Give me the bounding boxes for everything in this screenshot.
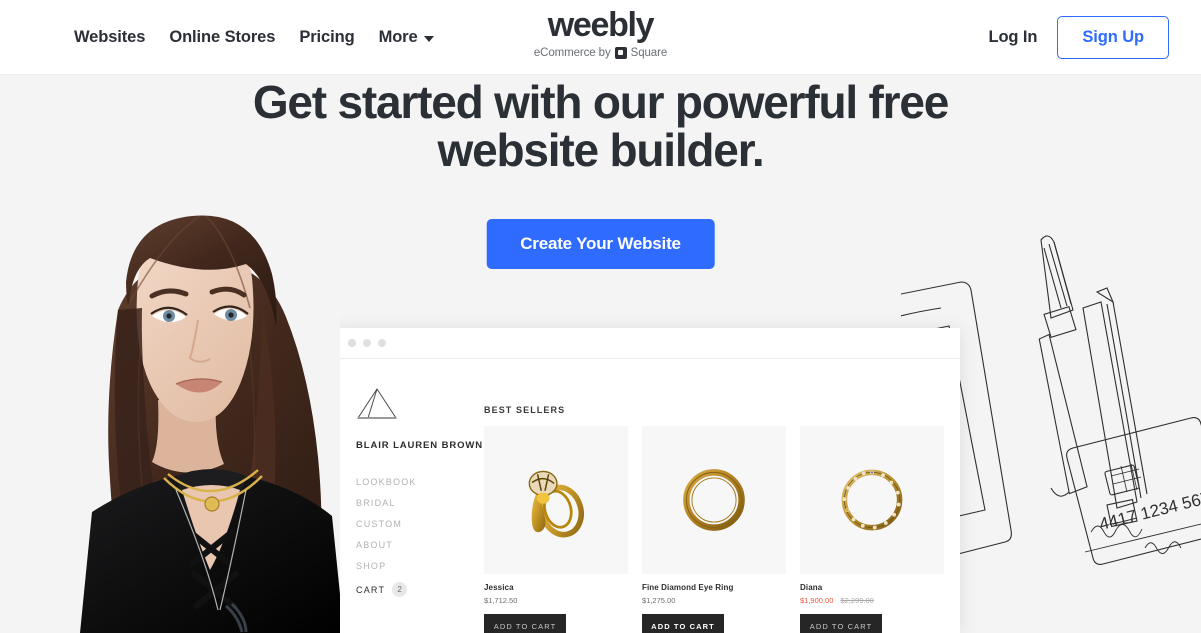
triangle-logo-icon — [357, 388, 397, 419]
cart-label: CART — [356, 584, 386, 595]
logo-wordmark: weebly — [547, 6, 655, 44]
square-logo-icon — [614, 46, 627, 59]
store-sidebar: BLAIR LAUREN BROWN LOOKBOOK BRIDAL CUSTO… — [335, 359, 484, 633]
store-nav-item-shop[interactable]: SHOP — [356, 561, 480, 571]
product-image-gold-ring-with-gemstone — [484, 426, 628, 574]
account-actions: Log In Sign Up — [988, 0, 1169, 75]
product-price: $1,900.00 $2,299.00 — [800, 596, 944, 605]
product-old-price: $2,299.00 — [840, 596, 874, 605]
log-in-link[interactable]: Log In — [988, 28, 1037, 47]
gold-ring-with-gemstone-icon — [528, 470, 584, 538]
store-name: BLAIR LAUREN BROWN — [356, 440, 484, 451]
logo-tagline-prefix: eCommerce by — [533, 46, 611, 59]
product-card[interactable]: Jessica $1,712.50 ADD TO CART — [484, 426, 628, 633]
product-name: Diana — [800, 583, 823, 592]
product-price-value: $1,275.00 — [642, 596, 676, 605]
product-image-plain-gold-band-ring — [642, 426, 786, 574]
add-to-cart-button[interactable]: ADD TO CART — [484, 614, 566, 633]
add-to-cart-button[interactable]: ADD TO CART — [800, 614, 882, 633]
browser-mockup: BLAIR LAUREN BROWN LOOKBOOK BRIDAL CUSTO… — [335, 328, 960, 633]
product-price-value: $1,712.50 — [484, 596, 518, 605]
store-nav-item-cart[interactable]: CART 2 — [356, 582, 480, 597]
section-title-best-sellers: BEST SELLERS — [484, 405, 566, 415]
store-nav-item-lookbook[interactable]: LOOKBOOK — [356, 477, 480, 487]
cart-count-badge: 2 — [392, 582, 408, 597]
product-grid: Jessica $1,712.50 ADD TO CART Fine Diamo… — [484, 426, 944, 633]
store-preview: BLAIR LAUREN BROWN LOOKBOOK BRIDAL CUSTO… — [335, 359, 960, 633]
product-sale-price: $1,900.00 — [800, 596, 834, 605]
product-price: $1,712.50 — [484, 596, 628, 605]
plain-gold-band-ring-icon — [683, 469, 745, 531]
product-price: $1,275.00 — [642, 596, 786, 605]
add-to-cart-button[interactable]: ADD TO CART — [642, 614, 724, 633]
create-your-website-button[interactable]: Create Your Website — [486, 219, 715, 269]
store-nav: LOOKBOOK BRIDAL CUSTOM ABOUT SHOP CART 2 — [356, 477, 480, 597]
window-dot-minimize[interactable] — [363, 339, 371, 347]
diamond-eternity-band-ring-icon — [841, 469, 903, 531]
window-dot-maximize[interactable] — [378, 339, 386, 347]
site-header: Websites Online Stores Pricing More weeb… — [0, 0, 1201, 75]
weebly-landing-page: 4417 1234 5678 BLAIR LAUREN BROWN LOOKBO… — [0, 0, 1201, 633]
logo-tagline-brand: Square — [630, 46, 668, 59]
woman-portrait-photo — [0, 160, 340, 633]
product-card[interactable]: Diana $1,900.00 $2,299.00 ADD TO CART — [800, 426, 944, 633]
sign-up-button[interactable]: Sign Up — [1057, 16, 1169, 59]
page-title-line-1: Get started with our powerful free — [252, 76, 949, 128]
product-card[interactable]: Fine Diamond Eye Ring $1,275.00 ADD TO C… — [642, 426, 786, 633]
product-name: Jessica — [484, 583, 514, 592]
store-nav-item-bridal[interactable]: BRIDAL — [356, 498, 480, 508]
product-name: Fine Diamond Eye Ring — [642, 583, 734, 592]
store-nav-item-custom[interactable]: CUSTOM — [356, 519, 480, 529]
credit-card-number: 4417 1234 5678 — [1097, 486, 1201, 534]
store-nav-item-about[interactable]: ABOUT — [356, 540, 480, 550]
logo-tagline: eCommerce by Square — [533, 46, 668, 59]
store-main: BEST SELLERS Jessica $1,712.50 ADD TO CA… — [480, 359, 960, 633]
browser-title-bar — [335, 328, 960, 359]
product-image-diamond-eternity-band-ring — [800, 426, 944, 574]
window-dot-close[interactable] — [348, 339, 356, 347]
